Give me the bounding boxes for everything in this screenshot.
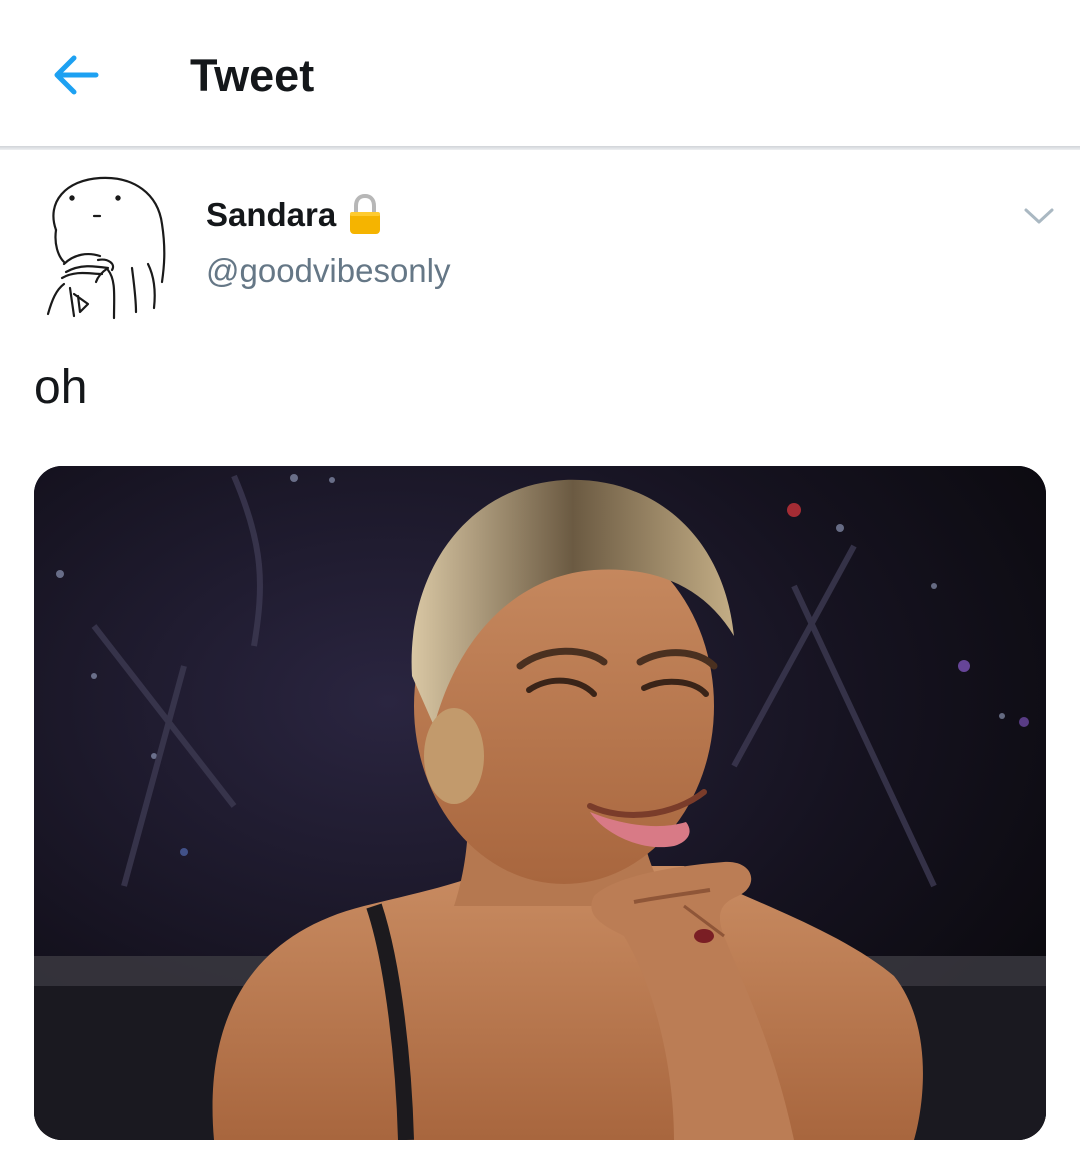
app-bar: Tweet: [0, 0, 1080, 146]
page-title: Tweet: [190, 50, 315, 101]
arrow-left-icon: [54, 55, 99, 95]
avatar[interactable]: [36, 172, 178, 322]
doodle-avatar-icon: [46, 176, 166, 320]
author-handle[interactable]: @goodvibesonly: [206, 250, 451, 292]
tweet-media-photo[interactable]: [34, 466, 1046, 1140]
photo-woman-tongue-out: [34, 466, 1046, 1140]
back-button[interactable]: [40, 42, 110, 108]
tweet-options-button[interactable]: [1014, 196, 1064, 236]
lock-icon: [350, 193, 381, 234]
author-name-row: Sandara: [206, 190, 382, 240]
chevron-down-icon: [1024, 208, 1054, 224]
tweet-detail: Sandara @goodvibesonly oh: [0, 150, 1080, 1170]
author-display-name[interactable]: Sandara: [206, 196, 336, 234]
tweet-text: oh: [34, 361, 88, 414]
